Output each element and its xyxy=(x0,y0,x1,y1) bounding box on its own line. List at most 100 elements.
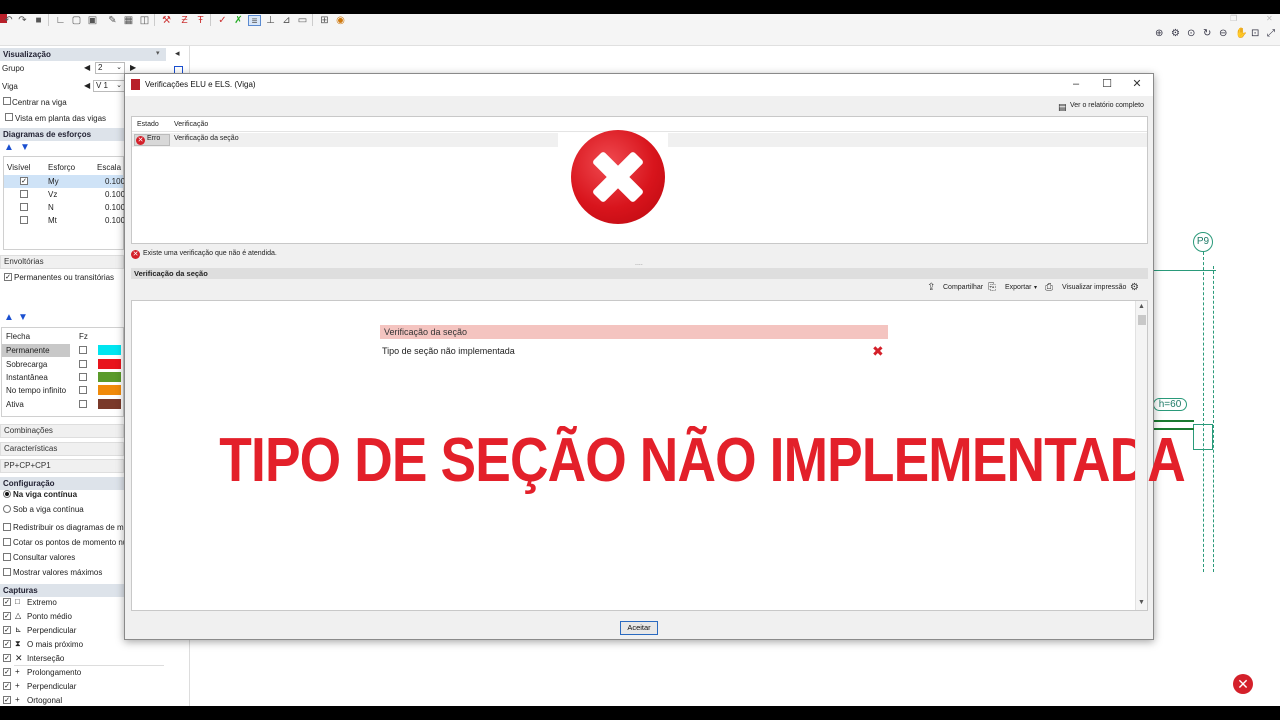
mostrar-checkbox[interactable] xyxy=(3,568,11,576)
color-swatch[interactable] xyxy=(98,345,121,355)
camera-icon[interactable]: ▭ xyxy=(296,15,309,26)
scrollbar[interactable]: ▲ ▼ xyxy=(1135,301,1147,610)
pp-cp-header[interactable]: PP+CP+CP1 xyxy=(0,459,124,473)
close-icon[interactable]: ✕ xyxy=(1130,77,1144,91)
splitter-handle[interactable]: .... xyxy=(635,260,643,267)
color-swatch[interactable] xyxy=(98,359,121,369)
close-icon[interactable]: ✕ xyxy=(1266,14,1273,23)
move-down-icon[interactable]: ▼ xyxy=(18,312,28,323)
color-swatch[interactable] xyxy=(98,399,121,409)
fz-checkbox[interactable] xyxy=(79,346,87,354)
envoltorias-header[interactable]: Envoltórias xyxy=(0,255,124,269)
capture-checkbox[interactable]: ✓ xyxy=(3,640,11,648)
na-viga-radio[interactable] xyxy=(3,490,11,498)
export-icon[interactable]: ⎘ xyxy=(988,282,1001,294)
caracteristicas-header[interactable]: Características xyxy=(0,442,124,456)
escala-mt[interactable]: 0.100 xyxy=(105,216,125,225)
dialog-title-bar[interactable]: Verificações ELU e ELS. (Viga) – ☐ ✕ xyxy=(125,74,1153,96)
pan-icon[interactable]: ✋ xyxy=(1235,28,1247,39)
share-button[interactable]: Compartilhar xyxy=(943,284,983,291)
escala-my[interactable]: 0.100 xyxy=(105,177,125,186)
save-icon[interactable]: ■ xyxy=(32,15,45,26)
print-icon[interactable]: ⎙ xyxy=(1045,282,1058,294)
report-icon[interactable]: ≡ xyxy=(248,15,261,27)
sob-viga-radio[interactable] xyxy=(3,505,11,513)
color-swatch[interactable] xyxy=(98,385,121,395)
scroll-thumb[interactable] xyxy=(1138,315,1146,325)
column-label[interactable]: P9 xyxy=(1193,232,1213,252)
zoom-window-icon[interactable]: ⊞ xyxy=(318,15,331,26)
configuracao-header[interactable]: Configuração xyxy=(0,477,124,490)
vista-planta-checkbox[interactable] xyxy=(5,113,13,121)
window-icon[interactable]: ▢ xyxy=(70,15,83,26)
redistribuir-checkbox[interactable] xyxy=(3,523,11,531)
gear-icon[interactable]: ⚙ xyxy=(1130,282,1143,294)
capture-checkbox[interactable]: ✓ xyxy=(3,612,11,620)
capture-checkbox[interactable]: ✓ xyxy=(3,668,11,676)
collapse-arrow-icon[interactable]: ▾ xyxy=(156,49,160,57)
view-settings-icon[interactable]: ⚙ xyxy=(1171,28,1180,39)
cotar-checkbox[interactable] xyxy=(3,538,11,546)
maximize-icon[interactable]: ☐ xyxy=(1100,77,1114,91)
scroll-down-icon[interactable]: ▼ xyxy=(1138,599,1145,606)
capture-checkbox[interactable]: ✓ xyxy=(3,598,11,606)
grupo-select[interactable]: 2 ⌄ xyxy=(95,62,125,74)
tool-icon[interactable]: ⊥ xyxy=(264,15,277,26)
report-link[interactable]: Ver o relatório completo xyxy=(1070,102,1144,109)
error-icon[interactable]: ✕ xyxy=(1233,674,1253,694)
diagram-icon[interactable]: Ƶ xyxy=(178,15,191,26)
rotate-icon[interactable]: ↻ xyxy=(1203,28,1211,39)
minimize-icon[interactable]: – xyxy=(1069,77,1083,91)
capture-checkbox[interactable]: ✓ xyxy=(3,626,11,634)
beam-icon[interactable]: ⚒ xyxy=(160,15,173,26)
centrar-checkbox[interactable] xyxy=(3,97,11,105)
report-icon[interactable]: ▤ xyxy=(1058,102,1067,113)
check-icon[interactable]: ✓ xyxy=(216,15,229,26)
panel-icon[interactable]: ▣ xyxy=(86,15,99,26)
fullscreen-icon[interactable]: ⤢ xyxy=(1267,28,1275,39)
fz-checkbox[interactable] xyxy=(79,360,87,368)
visible-checkbox[interactable] xyxy=(20,203,28,211)
next-arrow-icon[interactable]: ▶ xyxy=(130,63,136,72)
fz-checkbox[interactable] xyxy=(79,373,87,381)
fit-icon[interactable]: ⊡ xyxy=(1251,28,1259,39)
view-home-icon[interactable]: ⊕ xyxy=(1155,28,1163,39)
measure-icon[interactable]: ⊿ xyxy=(280,15,293,26)
panel-pin-icon[interactable]: ◂ xyxy=(175,48,180,59)
diagramas-header[interactable]: Diagramas de esforços xyxy=(0,128,124,141)
grid-icon[interactable]: ▦ xyxy=(122,15,135,26)
visible-checkbox[interactable] xyxy=(20,190,28,198)
fz-checkbox[interactable] xyxy=(79,386,87,394)
zoom-out-icon[interactable]: ⊖ xyxy=(1219,28,1227,39)
fz-checkbox[interactable] xyxy=(79,400,87,408)
beam-height-label[interactable]: h=60 xyxy=(1153,398,1187,411)
edit-icon[interactable]: ✎ xyxy=(106,15,119,26)
accept-button[interactable]: Aceitar xyxy=(620,621,658,635)
combinacoes-header[interactable]: Combinações xyxy=(0,424,124,438)
verify-icon[interactable]: ✗ xyxy=(232,15,245,26)
prev-arrow-icon[interactable]: ◀ xyxy=(84,81,90,90)
capturas-header[interactable]: Capturas xyxy=(0,584,124,597)
restore-icon[interactable]: ❐ xyxy=(1230,14,1237,23)
share-icon[interactable]: ⇪ xyxy=(927,282,940,294)
support-icon[interactable]: Ŧ xyxy=(194,15,207,26)
chevron-down-icon[interactable]: ▾ xyxy=(1034,284,1037,291)
visible-checkbox[interactable] xyxy=(20,216,28,224)
print-preview-button[interactable]: Visualizar impressão xyxy=(1062,284,1126,291)
visible-checkbox[interactable]: ✓ xyxy=(20,177,28,185)
capture-checkbox[interactable]: ✓ xyxy=(3,682,11,690)
move-up-icon[interactable]: ▲ xyxy=(4,142,14,153)
escala-vz[interactable]: 0.100 xyxy=(105,190,125,199)
visualizacao-header[interactable]: Visualização xyxy=(0,48,166,61)
capture-checkbox[interactable]: ✓ xyxy=(3,654,11,662)
viga-select[interactable]: V 1 ⌄ xyxy=(93,80,125,92)
move-down-icon[interactable]: ▼ xyxy=(20,142,30,153)
render-icon[interactable]: ◉ xyxy=(334,15,347,26)
color-swatch[interactable] xyxy=(98,372,121,382)
undo-icon[interactable]: ↶ xyxy=(2,15,15,26)
capture-checkbox[interactable]: ✓ xyxy=(3,696,11,704)
escala-n[interactable]: 0.100 xyxy=(105,203,125,212)
redo-icon[interactable]: ↷ xyxy=(16,15,29,26)
prev-arrow-icon[interactable]: ◀ xyxy=(84,63,90,72)
permanentes-checkbox[interactable]: ✓ xyxy=(4,273,12,281)
